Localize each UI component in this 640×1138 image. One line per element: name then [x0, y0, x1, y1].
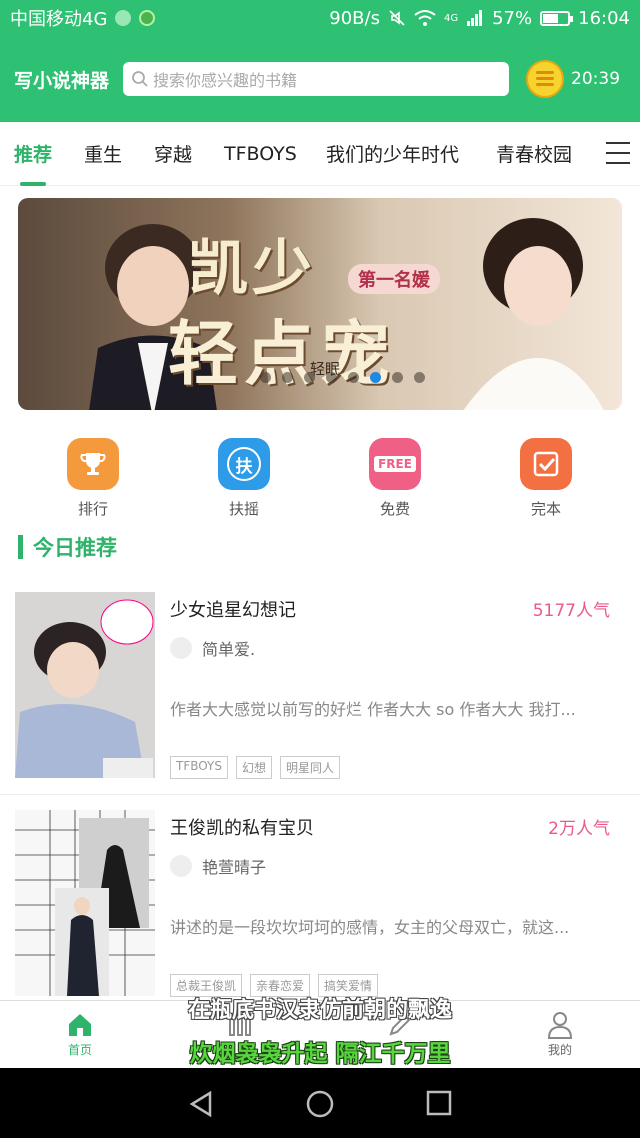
tab-label: TFBOYS: [224, 142, 297, 165]
home-button-icon[interactable]: [306, 1090, 334, 1118]
network-speed: 90B/s: [329, 7, 380, 29]
tab-recommend[interactable]: 推荐: [14, 122, 52, 186]
banner-girl-image: [463, 218, 604, 410]
banner-title-line1: 凯少: [188, 234, 316, 304]
carousel-dot[interactable]: [282, 372, 293, 383]
author-avatar: [170, 855, 192, 877]
tab-tfboys[interactable]: TFBOYS: [224, 122, 297, 186]
book-tag[interactable]: 幻想: [236, 756, 273, 779]
tab-label: 青春校园: [496, 144, 573, 166]
section-header: 今日推荐: [18, 532, 117, 562]
coin-clock-icon[interactable]: [525, 59, 565, 99]
app-screen: 中国移动4G 90B/s 4G 57% 16:04 写小说神器 搜索你感兴趣的书…: [0, 0, 640, 1138]
free-icon: FREE: [369, 438, 421, 490]
quick-label: 完本: [530, 500, 561, 518]
quick-ranking[interactable]: 排行: [43, 438, 143, 519]
carrier-label: 中国移动4G: [10, 9, 108, 30]
author-avatar: [170, 637, 192, 659]
book-item[interactable]: 少女追星幻想记 5177人气 简单爱. 作者大大感觉以前写的好烂 作者大大 so…: [0, 592, 640, 802]
search-placeholder: 搜索你感兴趣的书籍: [153, 71, 298, 90]
book-item[interactable]: 王俊凯的私有宝贝 2万人气 艳萱晴子 讲述的是一段坎坎坷坷的感情，女主的父母双亡…: [0, 810, 640, 1020]
fuyao-icon: 扶: [218, 438, 270, 490]
free-glyph: FREE: [374, 456, 416, 472]
author-name: 艳萱晴子: [202, 858, 267, 877]
category-tabs: 推荐 重生 穿越 TFBOYS 我们的少年时代 青春校园: [0, 122, 640, 186]
tab-label: 推荐: [14, 144, 53, 166]
tab-label: 重生: [84, 144, 123, 166]
carousel-indicator: [260, 372, 425, 383]
carousel-dot[interactable]: [326, 372, 337, 383]
search-input[interactable]: 搜索你感兴趣的书籍: [123, 62, 510, 96]
search-icon: [132, 71, 148, 87]
tab-our-youth[interactable]: 我们的少年时代: [326, 122, 459, 186]
book-author: 艳萱晴子: [170, 854, 266, 878]
back-icon[interactable]: [188, 1090, 214, 1118]
book-cover: [15, 592, 155, 778]
menu-icon[interactable]: [606, 142, 630, 172]
mute-icon: [389, 10, 405, 26]
wifi-icon: [414, 10, 436, 26]
quick-label: 免费: [379, 500, 410, 518]
battery-icon: [540, 10, 574, 26]
lyric-line-2: 炊烟袅袅升起 隔江千万里: [189, 1041, 451, 1067]
recents-icon[interactable]: [426, 1090, 452, 1116]
banner-subtitle: 第一名媛: [348, 264, 440, 294]
eye-icon: [115, 10, 132, 26]
book-popularity: 2万人气: [548, 819, 610, 839]
carousel-dot[interactable]: [304, 372, 315, 383]
book-title: 王俊凯的私有宝贝: [170, 818, 314, 839]
battery-fill: [543, 13, 558, 23]
app-header: 写小说神器 搜索你感兴趣的书籍 20:39: [0, 36, 640, 122]
timer-label: 20:39: [571, 69, 621, 89]
carousel-dot-active[interactable]: [370, 372, 381, 383]
app-title: 写小说神器: [14, 69, 110, 92]
cover-image: [15, 810, 155, 996]
book-cover: [15, 810, 155, 996]
book-tag[interactable]: 明星同人: [280, 756, 341, 779]
system-navigation-bar: [0, 1068, 640, 1138]
book-tags: TFBOYS 幻想 明星同人: [170, 756, 341, 779]
tab-label: 穿越: [154, 144, 193, 166]
app-notification-icon: [139, 10, 156, 26]
quick-free[interactable]: FREE 免费: [345, 438, 445, 519]
carousel-dot[interactable]: [260, 372, 271, 383]
book-description: 作者大大感觉以前写的好烂 作者大大 so 作者大大 我打...: [170, 700, 576, 719]
book-tag[interactable]: TFBOYS: [170, 756, 228, 779]
banner-title-line2: 轻点宠: [168, 312, 396, 395]
quick-completed[interactable]: 完本: [496, 438, 596, 519]
quick-label: 扶摇: [228, 500, 259, 518]
quick-fuyao[interactable]: 扶 扶摇: [194, 438, 294, 519]
tab-campus[interactable]: 青春校园: [496, 122, 572, 186]
cover-image: [15, 592, 155, 778]
carousel-dot[interactable]: [392, 372, 403, 383]
tab-rebirth[interactable]: 重生: [84, 122, 122, 186]
tab-label: 我们的少年时代: [326, 144, 460, 166]
clock: 16:04: [578, 7, 630, 29]
battery-percent: 57%: [492, 7, 533, 29]
tab-time-travel[interactable]: 穿越: [154, 122, 192, 186]
list-divider: [0, 794, 640, 795]
carousel-dot[interactable]: [414, 372, 425, 383]
signal-icon: [467, 10, 483, 26]
book-popularity: 5177人气: [532, 601, 610, 621]
quick-links: 排行 扶 扶摇 FREE 免费 完本: [0, 438, 640, 528]
book-description: 讲述的是一段坎坎坷坷的感情，女主的父母双亡，就这...: [170, 918, 570, 937]
quick-label: 排行: [77, 500, 108, 518]
lyric-line-1: 在瓶底书汉隶仿前朝的飘逸: [187, 998, 452, 1023]
section-title: 今日推荐: [33, 536, 117, 560]
book-title: 少女追星幻想记: [170, 600, 296, 621]
carousel-dot[interactable]: [348, 372, 359, 383]
author-name: 简单爱.: [202, 640, 256, 659]
fuyao-glyph: 扶: [227, 447, 261, 481]
signal-tag: 4G: [443, 12, 459, 24]
book-author: 简单爱.: [170, 636, 255, 660]
section-accent-bar: [18, 535, 23, 559]
trophy-icon: [67, 438, 119, 490]
check-icon: [520, 438, 572, 490]
status-bar: 中国移动4G 90B/s 4G 57% 16:04: [0, 0, 640, 36]
promo-banner[interactable]: 凯少 第一名媛 轻点宠 轻眠: [18, 198, 622, 410]
